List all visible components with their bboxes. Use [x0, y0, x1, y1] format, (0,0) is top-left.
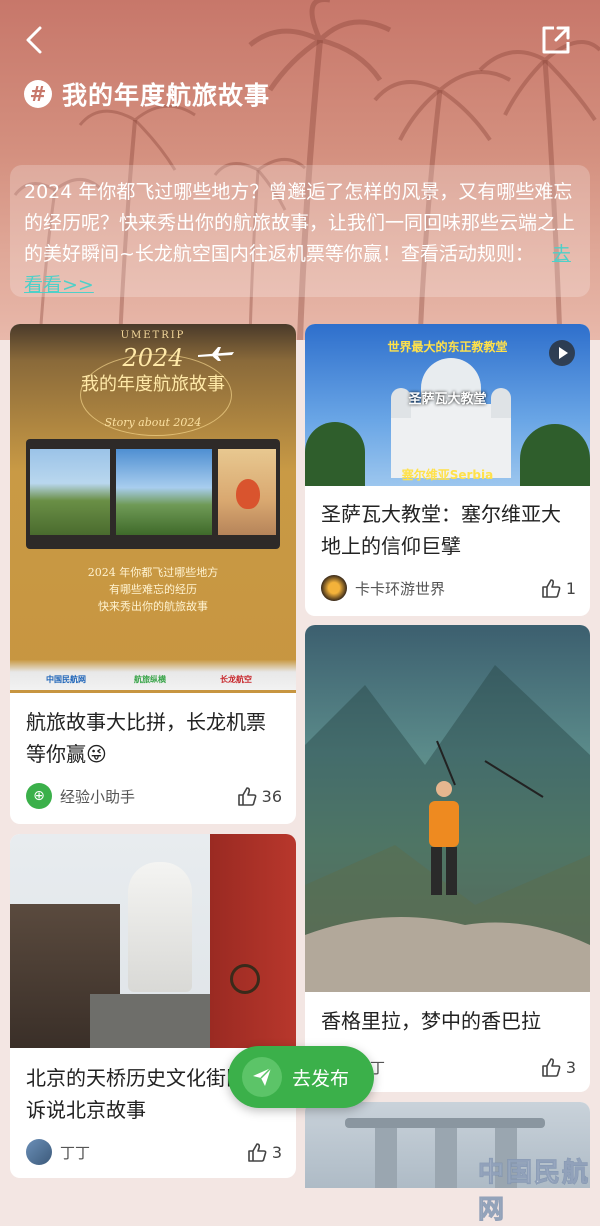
chevron-left-icon — [26, 26, 42, 54]
avatar[interactable]: ⊕ — [26, 783, 52, 809]
tower — [375, 1128, 397, 1188]
like-button[interactable]: 3 — [246, 1141, 282, 1163]
avatar[interactable] — [26, 1139, 52, 1165]
post-title[interactable]: 香格里拉，梦中的香巴拉 — [321, 1005, 576, 1037]
like-count: 1 — [565, 578, 576, 598]
author-name[interactable]: 丁丁 — [355, 1057, 540, 1078]
post-meta: ⊕ 经验小助手 36 — [26, 782, 282, 810]
like-button[interactable]: 36 — [236, 785, 282, 807]
poster-line-2: 有哪些难忘的经历 — [109, 583, 197, 596]
poster-logo-bar: 中国民航网 航旅纵横 长龙航空 — [10, 660, 296, 690]
like-count: 3 — [271, 1142, 282, 1162]
mountain-scene — [305, 665, 590, 992]
intro-text: 2024 年你都飞过哪些地方？曾邂逅了怎样的风景，又有哪些难忘的经历呢？快来秀出… — [24, 181, 576, 265]
thumbs-up-icon — [542, 1058, 561, 1077]
poster-line-1: 2024 年你都飞过哪些地方 — [87, 566, 219, 579]
share-button[interactable] — [536, 20, 576, 60]
post-image: UMETRIP 2024 我的年度航旅故事 Story about 2024 2… — [10, 324, 296, 693]
hero-banner: # 我的年度航旅故事 2024 年你都飞过哪些地方？曾邂逅了怎样的风景，又有哪些… — [0, 0, 600, 340]
image-caption-top: 世界最大的东正教教堂 — [387, 340, 508, 354]
post-button[interactable]: 去发布 — [228, 1046, 374, 1108]
share-icon — [542, 26, 570, 54]
thumbs-up-icon — [542, 579, 561, 598]
balloon-icon — [236, 479, 260, 509]
airplane-icon — [198, 347, 234, 361]
avatar[interactable] — [321, 575, 347, 601]
image-caption-mid: 圣萨瓦大教堂 — [408, 392, 487, 407]
post-card[interactable]: 香格里拉，梦中的香巴拉 丁丁 3 — [305, 625, 590, 1092]
poster-subtitle: Story about 2024 — [104, 416, 202, 429]
photo-strip — [26, 439, 280, 549]
logo-umetrip: 航旅纵横 — [134, 675, 166, 684]
post-card[interactable]: UMETRIP 2024 我的年度航旅故事 Story about 2024 2… — [10, 324, 296, 824]
back-button[interactable] — [18, 22, 54, 58]
door-knocker-icon — [230, 964, 260, 994]
poster-brand: UMETRIP — [120, 330, 186, 341]
author-name[interactable]: 卡卡环游世界 — [355, 578, 540, 599]
post-card[interactable]: 北京的天桥历史文化街区，诉说北京故事 丁丁 3 — [10, 834, 296, 1178]
like-button[interactable]: 1 — [540, 577, 576, 599]
thumbs-up-icon — [248, 1143, 267, 1162]
post-card[interactable]: 世界最大的东正教教堂 圣萨瓦大教堂 塞尔维亚Serbia 圣萨瓦大教堂：塞尔维亚… — [305, 324, 590, 616]
logo-loong-air: 长龙航空 — [220, 675, 252, 684]
post-meta: 丁丁 3 — [26, 1138, 282, 1166]
author-name[interactable]: 丁丁 — [60, 1142, 246, 1163]
poster-year: 2024 — [122, 344, 184, 372]
poster-line-3: 快来秀出你的航旅故事 — [98, 600, 208, 613]
topic-intro: 2024 年你都飞过哪些地方？曾邂逅了怎样的风景，又有哪些难忘的经历呢？快来秀出… — [10, 165, 590, 297]
image-caption-bottom: 塞尔维亚Serbia — [401, 468, 494, 482]
post-meta: 卡卡环游世界 1 — [321, 574, 576, 602]
post-image — [10, 834, 296, 1048]
photo-balloon — [218, 449, 276, 535]
post-image: 世界最大的东正教教堂 圣萨瓦大教堂 塞尔维亚Serbia — [305, 324, 590, 486]
post-title[interactable]: 航旅故事大比拼，长龙机票等你赢😜 — [26, 706, 282, 770]
tower — [435, 1128, 457, 1188]
page-title: 我的年度航旅故事 — [62, 81, 271, 110]
author-name[interactable]: 经验小助手 — [60, 786, 236, 807]
watermark: 中国民航网 — [478, 1158, 591, 1226]
video-play-button[interactable] — [549, 340, 575, 366]
topic-title-row: # 我的年度航旅故事 — [24, 76, 270, 112]
skypark — [345, 1118, 545, 1128]
post-image — [305, 625, 590, 992]
poster-headline: 我的年度航旅故事 — [81, 374, 225, 395]
photo-valley — [116, 449, 212, 535]
logo-cnr: 中国民航网 — [46, 675, 86, 684]
hashtag-icon: # — [24, 80, 52, 108]
send-icon — [242, 1057, 282, 1097]
post-title[interactable]: 圣萨瓦大教堂：塞尔维亚大地上的信仰巨擘 — [321, 498, 576, 562]
poster-copy: 2024 年你都飞过哪些地方 有哪些难忘的经历 快来秀出你的航旅故事 — [10, 564, 296, 615]
post-button-label: 去发布 — [292, 1067, 350, 1090]
like-button[interactable]: 3 — [540, 1056, 576, 1078]
play-icon — [559, 347, 568, 359]
white-pagoda — [128, 862, 192, 992]
cathedral — [391, 358, 511, 478]
photo-mountain — [30, 449, 110, 535]
thumbs-up-icon — [237, 787, 257, 806]
like-count: 36 — [261, 786, 282, 806]
like-count: 3 — [565, 1057, 576, 1077]
gate-wall — [90, 994, 230, 1048]
red-door — [210, 834, 296, 1048]
